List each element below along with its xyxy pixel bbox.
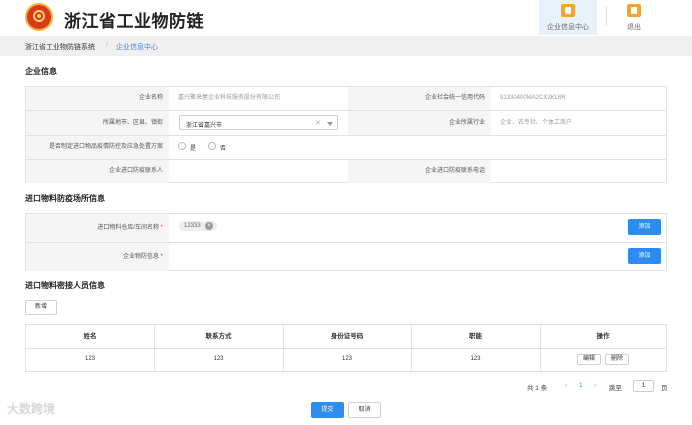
pagination-total: 共 1 条 [527,385,548,392]
app-title: 浙江省工业物防链 [64,12,204,31]
app-header: 浙江省工业物防链 企业信息中心 退出 [0,0,692,35]
company-name-value: 嘉兴聚来屋企业科技服务股份有限公司 [178,95,281,101]
delete-button[interactable]: 删除 [605,354,629,365]
add-warehouse-button[interactable]: 添加 [628,219,661,235]
row-plan: 是否制定进口物品疫情防控及应急处置方案 [26,136,666,160]
logout-icon [627,4,641,17]
row-company-name: 企业名称 嘉兴聚来屋企业科技服务股份有限公司 企业社会统一信用代码 913304… [26,87,666,111]
nav-logout-label: 退出 [627,24,641,31]
industry-label: 企业所属行业 [348,111,491,135]
company-name-label: 企业名称 [26,87,169,110]
credit-code-label: 企业社会统一信用代码 [348,87,491,110]
cell-name: 123 [84,356,95,362]
contact-label: 企业进口防疫联系人 [26,160,169,183]
region-label: 所属地市、区县、镇街 [26,111,169,135]
site-label: 企业物防信息 * [26,243,169,271]
enterprise-info-table: 企业名称 嘉兴聚来屋企业科技服务股份有限公司 企业社会统一信用代码 913304… [25,86,667,183]
logo-icon [25,3,53,31]
plan-no-radio[interactable] [208,142,216,150]
edit-button[interactable]: 编辑 [577,354,601,365]
plan-no-label: 否 [220,146,227,152]
personnel-table: 姓名 联系方式 身份证号码 职能 操作 123 123 123 123 编辑 删… [25,324,667,372]
sites-info-table: 进口物料仓库/车间名称 * 企业物防信息 * [25,213,667,271]
pagination-next[interactable]: › [594,382,596,389]
sites-info-title: 进口物料防疫场所信息 [25,194,105,203]
warehouse-label: 进口物料仓库/车间名称 * [26,214,169,242]
nav-logout[interactable]: 退出 [605,0,663,35]
enterprise-info-title: 企业信息 [25,67,57,76]
breadcrumb-current: 企业信息中心 [116,44,158,51]
cell-id-number: 123 [341,356,352,362]
warehouse-tag-text: 12333 [184,223,201,229]
plan-label: 是否制定进口物品疫情防控及应急处置方案 [26,136,169,159]
row-site: 企业物防信息 * [26,243,666,271]
add-site-button[interactable]: 添加 [628,248,661,264]
industry-value: 企业、农专社、个体工商户 [500,120,573,126]
region-select[interactable]: 浙江省嘉兴市 ✕ [179,115,338,130]
pagination-current[interactable]: 1 [579,382,583,389]
credit-code-value: 91330400MA2CX3KL8R [500,95,566,101]
warehouse-tag: 12333 × [179,221,217,231]
personnel-title: 进口物料密接人员信息 [25,281,105,290]
submit-button[interactable]: 提交 [311,402,344,418]
cell-role: 123 [470,356,481,362]
pagination-jump-label: 跳至 [609,385,622,392]
row-contact: 企业进口防疫联系人 企业进口防疫联系电话 [26,160,666,183]
plan-yes-label: 是 [190,146,197,152]
phone-value[interactable] [492,160,666,183]
phone-label: 企业进口防疫联系电话 [348,160,491,183]
column-header-actions: 操作 [596,333,610,340]
column-header-role: 职能 [469,333,482,340]
nav-enterprise-label: 企业信息中心 [547,24,589,31]
breadcrumb: 浙江省工业物防链系统 / 企业信息中心 [0,36,692,56]
chevron-down-icon [327,122,333,126]
cancel-button[interactable]: 取消 [348,402,381,418]
contact-value[interactable] [170,160,347,183]
breadcrumb-root[interactable]: 浙江省工业物防链系统 [25,42,95,52]
pagination-page-suffix: 页 [661,385,668,392]
new-person-button[interactable]: 新增 [25,300,57,315]
breadcrumb-separator: / [106,42,108,49]
cell-contact: 123 [213,356,224,362]
column-header-name: 姓名 [83,333,97,340]
column-header-contact: 联系方式 [205,333,232,340]
pagination-prev[interactable]: ‹ [565,382,567,389]
close-icon[interactable]: × [205,222,213,230]
row-region: 所属地市、区县、镇街 企业所属行业 企业、农专社、个体工商户 [26,111,666,136]
clear-icon[interactable]: ✕ [315,119,321,127]
pagination-page-input[interactable]: 1 [633,380,654,392]
plan-yes-radio[interactable] [178,142,186,150]
enterprise-icon [561,4,575,17]
watermark: 大数跨境 [7,402,56,416]
nav-enterprise-center[interactable]: 企业信息中心 [539,0,597,35]
column-header-id: 身份证号码 [330,333,364,340]
row-warehouse: 进口物料仓库/车间名称 * [26,214,666,243]
region-select-value: 浙江省嘉兴市 [186,123,223,129]
